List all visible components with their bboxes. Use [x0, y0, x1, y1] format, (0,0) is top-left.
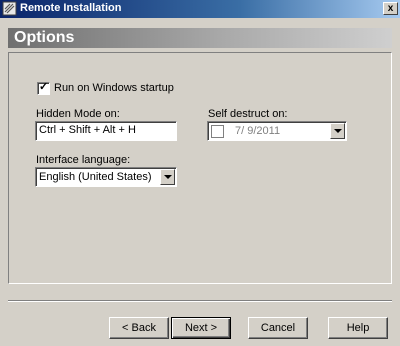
interface-language-select[interactable]: English (United States) — [35, 167, 177, 187]
title-bar: Remote Installation x — [0, 0, 400, 18]
chevron-down-icon — [334, 129, 342, 133]
date-dropdown-button[interactable] — [330, 123, 345, 139]
self-destruct-date-value: 7/ 9/2011 — [235, 125, 281, 137]
next-button[interactable]: Next > — [171, 317, 231, 339]
footer-separator — [8, 300, 392, 302]
chevron-down-icon — [164, 175, 172, 179]
hidden-mode-hotkey-input[interactable]: Ctrl + Shift + Alt + H — [35, 121, 177, 141]
self-destruct-date-picker[interactable]: 7/ 9/2011 — [207, 121, 347, 141]
app-icon — [2, 1, 17, 16]
self-destruct-checkbox[interactable] — [211, 125, 224, 138]
language-dropdown-button[interactable] — [160, 169, 175, 185]
self-destruct-label: Self destruct on: — [208, 108, 288, 120]
help-button[interactable]: Help — [328, 317, 388, 339]
page-header: Options — [8, 28, 392, 48]
run-on-startup-label: Run on Windows startup — [54, 82, 174, 94]
page-title: Options — [14, 29, 75, 46]
hidden-mode-label: Hidden Mode on: — [36, 108, 120, 120]
interface-language-label: Interface language: — [36, 154, 131, 166]
interface-language-value: English (United States) — [39, 171, 152, 183]
close-button[interactable]: x — [383, 2, 398, 15]
window-title: Remote Installation — [20, 2, 122, 14]
run-on-startup-checkbox[interactable]: ✓ — [37, 81, 50, 95]
back-button[interactable]: < Back — [109, 317, 169, 339]
checkmark-icon: ✓ — [39, 81, 49, 93]
cancel-button[interactable]: Cancel — [248, 317, 308, 339]
